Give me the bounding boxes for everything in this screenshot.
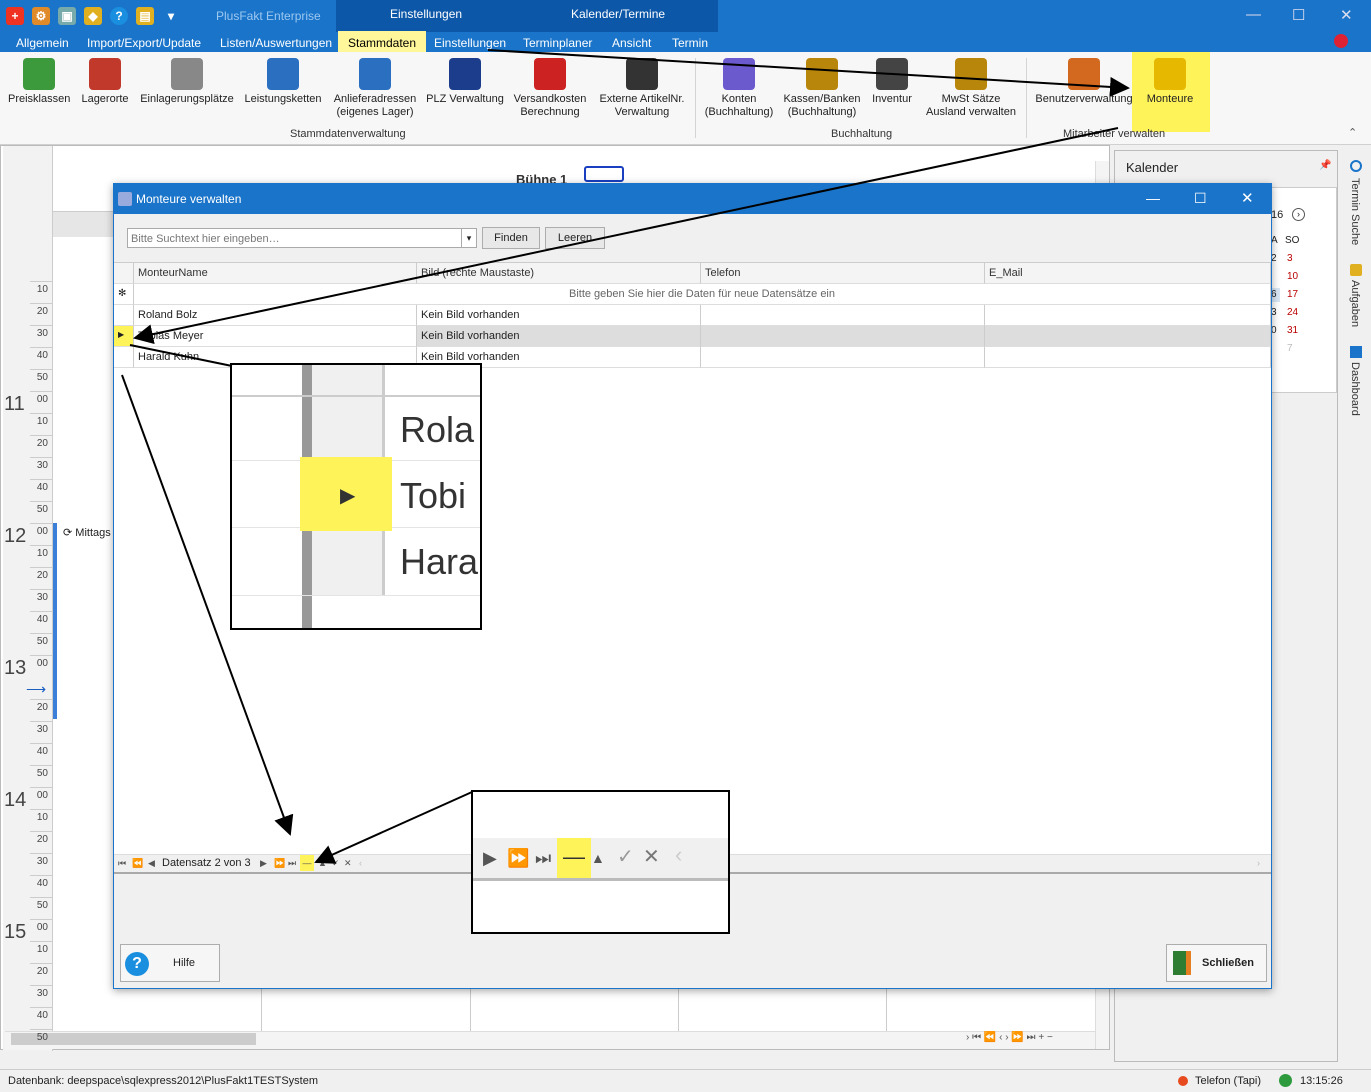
arrow-to-delete bbox=[314, 791, 473, 864]
annotation-arrows bbox=[121, 49, 1130, 864]
arrow-to-row bbox=[133, 127, 1119, 345]
arrow-to-navigator bbox=[121, 374, 294, 836]
arrow-to-zoom bbox=[129, 344, 233, 367]
arrow-to-monteure bbox=[487, 49, 1130, 97]
